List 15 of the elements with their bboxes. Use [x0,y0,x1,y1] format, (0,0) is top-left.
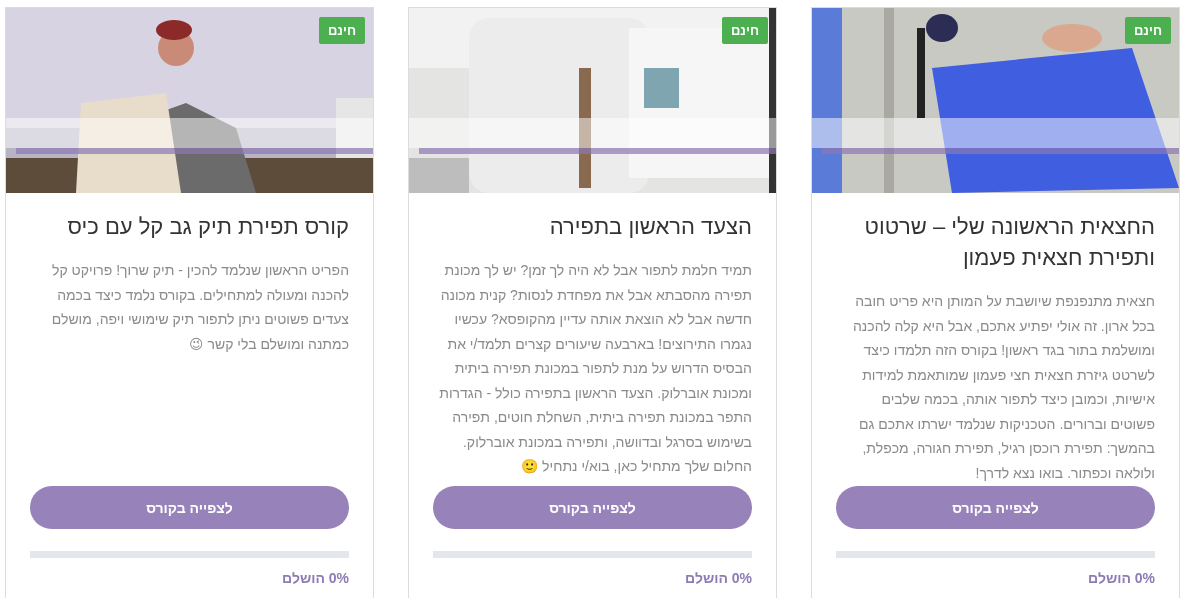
free-badge: חינם [1125,17,1171,44]
view-course-button[interactable]: לצפייה בקורס [836,486,1155,529]
progress-label: 0% הושלם [282,570,349,586]
progress-label: 0% הושלם [1088,570,1155,586]
course-description: תמיד חלמת לתפור אבל לא היה לך זמן? יש לך מכונת תפירה מהסבתא אבל את מפחדת לנסות? קנית מכונה חדשה אבל לא הוצאת אותה עדיין מהקופסא? עכשיו נגמרו התירוצים! בארבעה שיעורים קצרים תלמד/י את הבסיס הדרוש על מנת לתפור במכונת תפירה ביתית ומכונת אוברלוק. הצעד הראשון בתפירה כולל - הגדרות התפר במכונת תפירה ביתית, השחלת חוטים, תפירה בשימוש בסרגל ובדוושה, ותפירה במכונת אוברלוק. החלום שלך מתחיל כאן, בוא/י נתחיל 🙂 [438,261,752,476]
course-title: הצעד הראשון בתפירה [548,213,752,241]
course-title: קורס תפירת תיק גב קל עם כיס [66,213,349,241]
view-course-button[interactable]: לצפייה בקורס [433,486,752,529]
course-title: החצאית הראשונה שלי – שרטוט ותפירת חצאית פעמון [863,213,1155,272]
free-badge: חינם [319,17,365,44]
view-course-button[interactable]: לצפייה בקורס [30,486,349,529]
free-badge: חינם [722,17,768,44]
progress-label: 0% הושלם [685,570,752,586]
course-description: הפריט הראשון שנלמד להכין - תיק שרוך! פרויקט קל להכנה ומעולה למתחילים. בקורס נלמד כיצד בכמה צעדים פשוטים ניתן לתפור תיק שימושי ויפה, מושלם כמתנה ומושלם בלי קשר 😉 [50,261,349,354]
course-description: חצאית מתנפנפת שיושבת על המותן היא פריט חובה בכל ארון. זה אולי יפתיע אתכם, אבל היא קלה להכנה ומושלמת בתור בגד ראשון! בקורס הזה תלמדו כיצד לשרטט גיזרת חצאית חצי פעמון שמותאמת למידות אישיות, וכמובן כיצד לתפור אותה, בכמה שלבים פשוטים וברורים. הטכניקות שנלמד ישרתו אתכם גם בהמשך: תפירת רוכסן רגיל, תפירת חגורה, מכפלת, ולולאה וכפתור. בואו נצא לדרך! [852,292,1155,483]
